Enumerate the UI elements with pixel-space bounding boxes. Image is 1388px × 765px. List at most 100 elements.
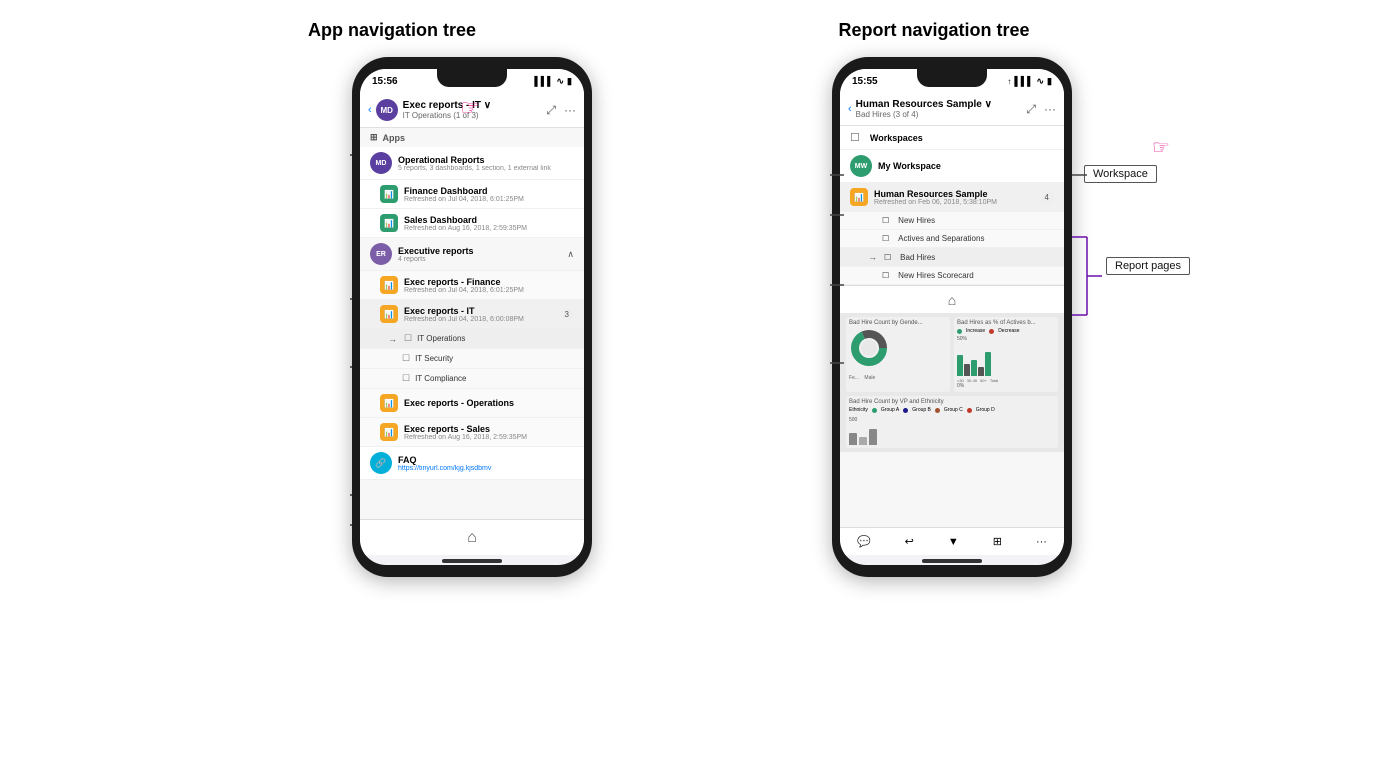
left-phone-screen: 15:56 Safari ▌▌▌ ∿ ▮ ‹ MD — [360, 69, 584, 565]
group-a-label: Group A — [881, 407, 899, 413]
sales-dashboard-content: Sales Dashboard Refreshed on Aug 16, 201… — [404, 215, 574, 232]
operational-reports-item[interactable]: MD Operational Reports 5 reports, 3 dash… — [360, 147, 584, 180]
it-security-item[interactable]: ☐ IT Security — [360, 349, 584, 369]
expand-icon-left[interactable]: ⤢ — [546, 103, 556, 118]
my-workspace-label: My Workspace — [878, 161, 1054, 171]
eth-bar2 — [859, 437, 867, 445]
finance-dashboard-subtitle: Refreshed on Jul 04, 2018, 6:01:25PM — [404, 196, 574, 203]
more-bottom-icon[interactable]: ··· — [1036, 536, 1047, 548]
right-time: 15:55 — [852, 76, 878, 87]
filter-icon[interactable]: ▼ — [948, 536, 959, 548]
apps-grid-icon: ⊞ — [370, 132, 378, 143]
sales-dashboard-subtitle: Refreshed on Aug 16, 2018, 2:59:35PM — [404, 225, 574, 232]
new-hires-label: New Hires — [898, 216, 935, 225]
faq-item[interactable]: 🔗 FAQ https://tinyurl.com/kjg.kjsdbmv — [360, 447, 584, 480]
exec-it-badge: 3 — [560, 309, 574, 320]
pct-label: 50% — [957, 336, 1055, 342]
workspaces-item[interactable]: ☐ Workspaces — [840, 126, 1064, 150]
faq-title: FAQ — [398, 455, 574, 465]
group-a-dot — [872, 408, 877, 413]
undo-icon[interactable]: ↩ — [905, 535, 914, 548]
bar2 — [964, 364, 970, 376]
group-c-dot — [935, 408, 940, 413]
my-workspace-item[interactable]: MW My Workspace — [840, 150, 1064, 183]
bad-hires-page[interactable]: → ☐ Bad Hires — [840, 248, 1064, 267]
right-phone-screen: 15:55 Safari ↑ ▌▌▌ ∿ ▮ ‹ Human Res — [840, 69, 1064, 565]
phone-notch-left — [437, 69, 507, 87]
eth-bar3 — [869, 429, 877, 445]
right-battery-icon: ▮ — [1047, 76, 1052, 87]
chat-icon[interactable]: 💬 — [857, 535, 871, 548]
more-icon-left[interactable]: ··· — [564, 103, 576, 118]
exec-finance-item[interactable]: 📊 Exec reports - Finance Refreshed on Ju… — [360, 271, 584, 300]
chart-legend: Increase Decrease — [957, 328, 1055, 334]
charts-area: Bad Hire Count by Gende... Fe... Male — [840, 313, 1064, 452]
exec-it-icon: 📊 — [380, 305, 398, 323]
chart-bars-title: Bad Hires as % of Actives b... — [957, 320, 1055, 326]
back-button-right[interactable]: ‹ — [848, 103, 852, 115]
executive-reports-section[interactable]: ER Executive reports 4 reports ∧ — [360, 238, 584, 271]
right-nav-list: ☐ Workspaces MW My Workspace — [840, 126, 1064, 527]
group-c-label: Group C — [944, 407, 963, 413]
exec-it-item[interactable]: 📊 Exec reports - IT Refreshed on Jul 04,… — [360, 300, 584, 329]
left-time: 15:56 — [372, 76, 398, 87]
expand-icon-right[interactable]: ⤢ — [1026, 102, 1036, 117]
operational-reports-subtitle: 5 reports, 3 dashboards, 1 section, 1 ex… — [398, 165, 574, 172]
hr-sample-item[interactable]: 📊 Human Resources Sample Refreshed on Fe… — [840, 183, 1064, 212]
left-diagram-title: App navigation tree — [308, 20, 476, 41]
mw-avatar: MW — [850, 155, 872, 177]
exec-sales-content: Exec reports - Sales Refreshed on Aug 16… — [404, 424, 574, 441]
group-d-label: Group D — [976, 407, 995, 413]
new-hires-page[interactable]: ☐ New Hires — [840, 212, 1064, 230]
left-app-subtitle: IT Operations (1 of 3) — [403, 111, 547, 120]
left-labels: Current app App section Current report L… — [192, 57, 352, 577]
scorecard-icon: ☐ — [882, 271, 889, 280]
md-avatar: MD — [370, 152, 392, 174]
faq-link[interactable]: https://tinyurl.com/kjg.kjsdbmv — [398, 465, 574, 472]
current-arrow-left: → — [388, 334, 397, 344]
sales-dashboard-title: Sales Dashboard — [404, 215, 574, 225]
it-comp-icon: ☐ — [402, 373, 410, 384]
exec-it-content: Exec reports - IT Refreshed on Jul 04, 2… — [404, 306, 554, 323]
hr-sample-title: Human Resources Sample — [874, 189, 1034, 199]
sales-dashboard-item[interactable]: 📊 Sales Dashboard Refreshed on Aug 16, 2… — [360, 209, 584, 238]
phone-notch-right — [917, 69, 987, 87]
finance-dashboard-item[interactable]: 📊 Finance Dashboard Refreshed on Jul 04,… — [360, 180, 584, 209]
grid-icon[interactable]: ⊞ — [993, 535, 1002, 548]
workspaces-icon: ☐ — [850, 131, 860, 144]
exec-sales-item[interactable]: 📊 Exec reports - Sales Refreshed on Aug … — [360, 418, 584, 447]
home-icon-right[interactable]: ⌂ — [948, 292, 956, 308]
hr-sample-badge: 4 — [1040, 192, 1054, 203]
right-signal-icon: ▌▌▌ — [1014, 76, 1033, 86]
bottom-toolbar: 💬 ↩ ▼ ⊞ ··· — [840, 527, 1064, 555]
right-right-labels: Workspace Report pages — [1076, 57, 1196, 577]
donut-svg — [849, 328, 889, 368]
five-hundred-label: 500 — [849, 417, 1055, 423]
zero-label: 0% — [957, 383, 1055, 389]
label-workspace-box: Workspace — [1084, 165, 1157, 183]
group-d-dot — [967, 408, 972, 413]
it-operations-item[interactable]: → ☐ IT Operations — [360, 329, 584, 349]
back-button-left[interactable]: ‹ — [368, 104, 372, 116]
new-hires-icon: ☐ — [882, 216, 889, 225]
increase-dot — [957, 329, 962, 334]
hr-sample-subtitle: Refreshed on Feb 06, 2018, 5:38:10PM — [874, 199, 1034, 206]
right-left-labels: Report location Current report Current p… — [672, 57, 832, 577]
exec-ops-title: Exec reports - Operations — [404, 398, 574, 408]
label-report-pages-box: Report pages — [1106, 257, 1190, 275]
bar-chart — [957, 346, 1055, 376]
app-title-block-right: Human Resources Sample ∨ Bad Hires (3 of… — [856, 99, 1027, 119]
it-security-label: IT Security — [415, 354, 453, 363]
it-compliance-item[interactable]: ☐ IT Compliance — [360, 369, 584, 389]
decrease-dot — [989, 329, 994, 334]
new-hires-scorecard-page[interactable]: ☐ New Hires Scorecard — [840, 267, 1064, 285]
exec-ops-icon: 📊 — [380, 394, 398, 412]
left-diagram: App navigation tree Current app App sect… — [192, 20, 592, 577]
actives-separations-page[interactable]: ☐ Actives and Separations — [840, 230, 1064, 248]
exec-ops-item[interactable]: 📊 Exec reports - Operations — [360, 389, 584, 418]
bar1 — [957, 355, 963, 376]
faq-avatar: 🔗 — [370, 452, 392, 474]
more-icon-right[interactable]: ··· — [1044, 102, 1056, 117]
increase-label: Increase — [966, 328, 985, 334]
home-icon-left[interactable]: ⌂ — [467, 529, 477, 547]
